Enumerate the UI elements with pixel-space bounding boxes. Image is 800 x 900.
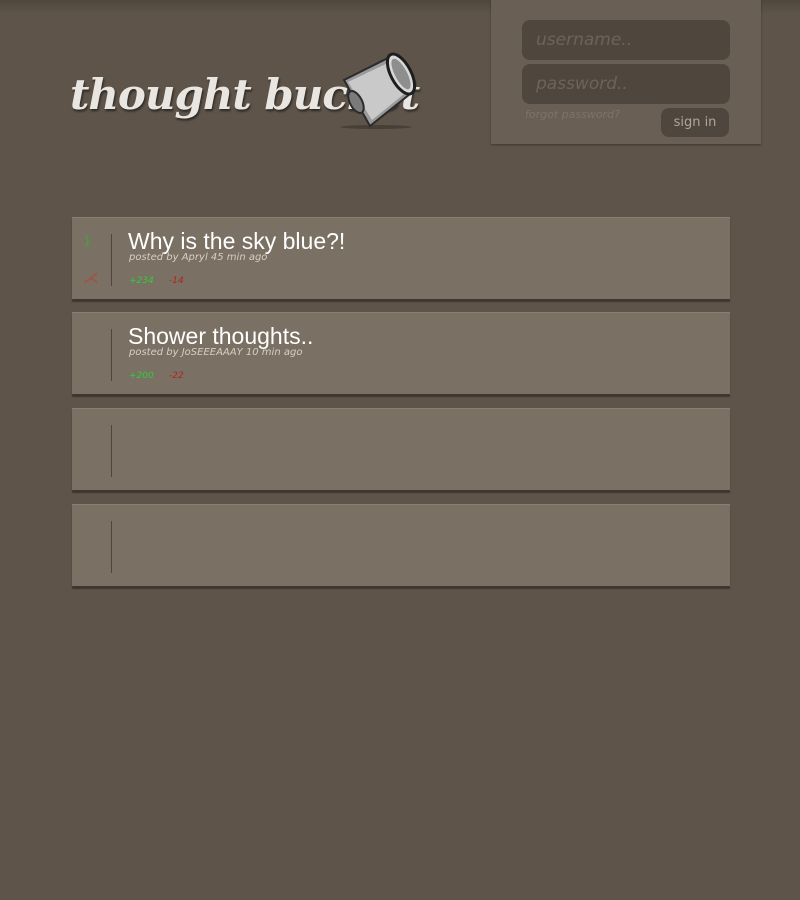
post-card-empty [72, 408, 730, 490]
upvote-count: +200 [129, 371, 154, 381]
post-card-empty [72, 504, 730, 586]
forgot-password-link[interactable]: forgot password? [525, 108, 620, 121]
username-input[interactable] [522, 20, 730, 60]
post-title[interactable]: Shower thoughts.. [128, 323, 313, 350]
post-meta: posted by Apryl 45 min ago [129, 252, 268, 263]
downvote-count: -14 [169, 276, 184, 286]
post-card[interactable]: Shower thoughts.. posted by JoSEEEAAAY 1… [72, 312, 730, 394]
sign-in-button[interactable]: sign in [661, 108, 729, 137]
post-divider [111, 234, 112, 286]
upvote-count: +234 [129, 276, 154, 286]
post-divider [111, 521, 112, 573]
downvote-count: -22 [169, 371, 184, 381]
upvote-icon[interactable]: ) [84, 234, 90, 249]
downvote-icon[interactable]: ⋌ [83, 268, 99, 287]
post-title[interactable]: Why is the sky blue?! [128, 228, 345, 255]
post-divider [111, 425, 112, 477]
login-panel: forgot password? sign in [491, 0, 761, 144]
logo[interactable]: thought bucket [68, 48, 428, 138]
password-input[interactable] [522, 64, 730, 104]
post-divider [111, 329, 112, 381]
post-card[interactable]: ) ⋌ Why is the sky blue?! posted by Apry… [72, 217, 730, 299]
bucket-icon [340, 52, 417, 129]
post-meta: posted by JoSEEEAAAY 10 min ago [129, 347, 303, 358]
